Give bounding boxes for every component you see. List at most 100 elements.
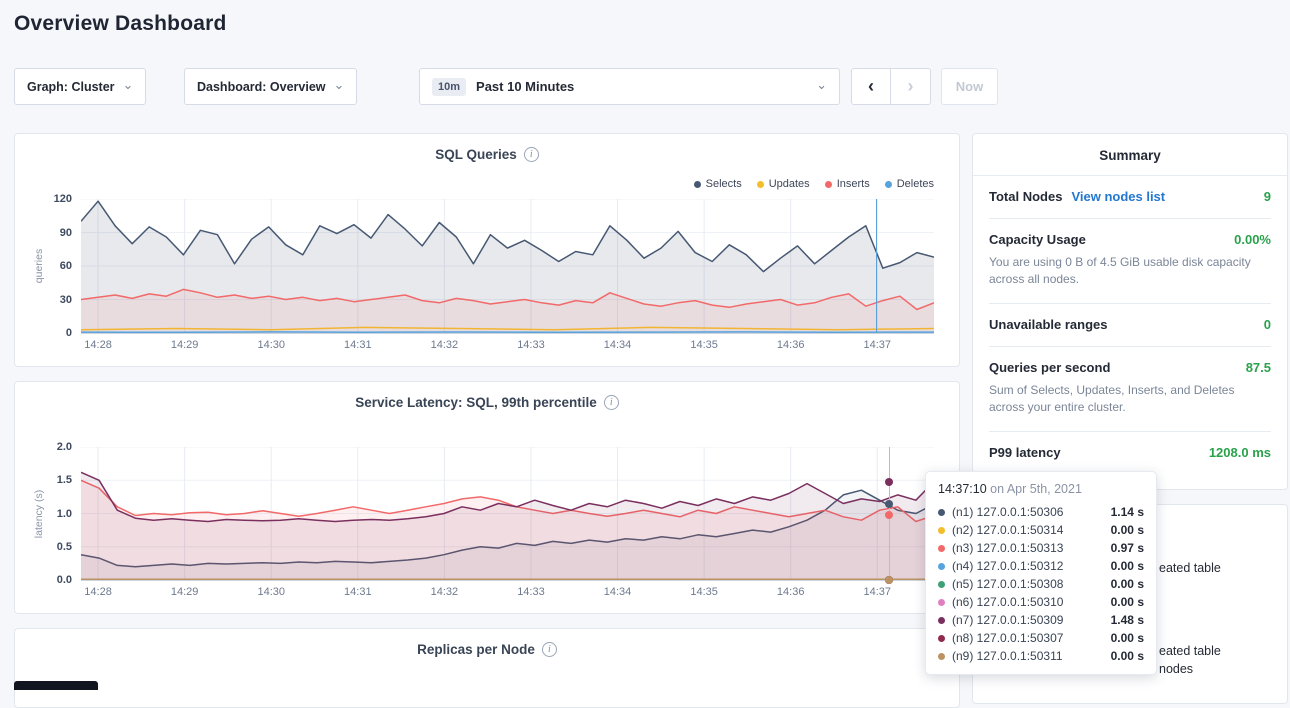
y-tick-label: 60: [60, 260, 72, 272]
sql-queries-chart-card: SQL Queries i Selects Updates Inserts Delet…: [14, 133, 960, 367]
legend-item[interactable]: Inserts: [825, 178, 870, 190]
y-tick-label: 0: [66, 327, 72, 339]
x-tick-label: 14:35: [690, 586, 718, 598]
tooltip-row: (n6) 127.0.0.1:503100.00 s: [938, 593, 1144, 611]
tooltip-node-label: (n2) 127.0.0.1:50314: [952, 523, 1063, 537]
time-nav-group: ‹ ›: [851, 68, 931, 105]
dashboard-dropdown[interactable]: Dashboard: Overview ⌄: [184, 68, 357, 105]
summary-row: Queries per second87.5Sum of Selects, Up…: [989, 347, 1271, 432]
summary-row: Unavailable ranges 0: [989, 304, 1271, 347]
view-nodes-link[interactable]: View nodes list: [1071, 189, 1165, 204]
x-tick-label: 14:33: [517, 339, 545, 351]
series-color-dot: [938, 617, 945, 624]
legend-item[interactable]: Updates: [757, 178, 810, 190]
tooltip-node-value: 0.00 s: [1111, 595, 1144, 609]
x-tick-label: 14:29: [171, 339, 199, 351]
event-text-fragment: eated table: [1159, 561, 1221, 575]
summary-value: 0: [1264, 317, 1271, 332]
series-color-dot: [938, 599, 945, 606]
chevron-down-icon: ⌄: [816, 78, 827, 91]
x-tick-label: 14:33: [517, 586, 545, 598]
graph-dropdown-label: Graph: Cluster: [27, 80, 115, 94]
summary-title: Summary: [973, 134, 1287, 176]
chart-title: SQL Queries: [435, 147, 517, 162]
summary-label: Queries per second: [989, 360, 1110, 375]
tooltip-node-label: (n4) 127.0.0.1:50312: [952, 559, 1063, 573]
summary-row-line: Total NodesView nodes list9: [989, 189, 1271, 204]
tooltip-node-value: 0.00 s: [1111, 559, 1144, 573]
tooltip-node-label: (n9) 127.0.0.1:50311: [952, 649, 1063, 663]
chart-canvas: [81, 199, 934, 333]
x-tick-label: 14:29: [171, 586, 199, 598]
sql-latency-plot[interactable]: 0.00.51.01.52.014:2814:2914:3014:3114:32…: [81, 447, 934, 581]
series-color-dot: [757, 181, 764, 188]
series-color-dot: [938, 581, 945, 588]
series-color-dot: [938, 563, 945, 570]
series-color-dot: [938, 509, 945, 516]
series-color-dot: [825, 181, 832, 188]
summary-row: P99 latency1208.0 ms: [989, 432, 1271, 474]
series-color-dot: [938, 545, 945, 552]
legend-item[interactable]: Deletes: [885, 178, 934, 190]
series-color-dot: [938, 635, 945, 642]
y-tick-label: 0.0: [57, 574, 72, 586]
series-color-dot: [694, 181, 701, 188]
x-tick-label: 14:34: [604, 339, 632, 351]
y-tick-label: 1.5: [57, 474, 72, 486]
summary-value: 9: [1264, 189, 1271, 204]
tooltip-row: (n8) 127.0.0.1:503070.00 s: [938, 629, 1144, 647]
time-next-button[interactable]: ›: [891, 68, 931, 105]
now-button[interactable]: Now: [941, 68, 998, 105]
chevron-down-icon: ⌄: [334, 78, 345, 91]
graph-dropdown[interactable]: Graph: Cluster ⌄: [14, 68, 146, 105]
summary-panel: Summary Total NodesView nodes list9Capac…: [972, 133, 1288, 490]
tooltip-node-value: 0.00 s: [1111, 523, 1144, 537]
chart-canvas: [81, 447, 934, 580]
chart-title: Service Latency: SQL, 99th percentile: [355, 395, 597, 410]
time-range-label: Past 10 Minutes: [476, 79, 806, 94]
legend-item[interactable]: Selects: [694, 178, 742, 190]
y-tick-label: 2.0: [57, 441, 72, 453]
tooltip-node-value: 0.00 s: [1111, 649, 1144, 663]
legend-label: Inserts: [837, 178, 870, 190]
legend-label: Deletes: [897, 178, 934, 190]
tooltip-date: on Apr 5th, 2021: [990, 482, 1082, 496]
tooltip-node-label: (n7) 127.0.0.1:50309: [952, 613, 1063, 627]
replicas-chart-card: Replicas per Node i: [14, 628, 960, 708]
sql-queries-plot[interactable]: 030609012014:2814:2914:3014:3114:3214:33…: [81, 199, 934, 334]
series-area: [81, 472, 934, 580]
x-tick-label: 14:30: [257, 339, 285, 351]
tooltip-header: 14:37:10 on Apr 5th, 2021: [938, 482, 1144, 496]
summary-row-line: P99 latency1208.0 ms: [989, 445, 1271, 460]
time-prev-button[interactable]: ‹: [851, 68, 891, 105]
tooltip-row: (n2) 127.0.0.1:50314 0.00 s: [938, 521, 1144, 539]
x-tick-label: 14:28: [84, 586, 112, 598]
summary-row-line: Queries per second87.5: [989, 360, 1271, 375]
summary-row-line: Capacity Usage0.00%: [989, 232, 1271, 247]
x-tick-label: 14:35: [690, 339, 718, 351]
y-tick-label: 0.5: [57, 541, 72, 553]
info-icon[interactable]: i: [542, 642, 557, 657]
summary-row-line: Unavailable ranges 0: [989, 317, 1271, 332]
time-range-dropdown[interactable]: 10m Past 10 Minutes ⌄: [419, 68, 840, 105]
chart-title: Replicas per Node: [417, 642, 535, 657]
summary-label: Unavailable ranges: [989, 317, 1108, 332]
x-tick-label: 14:31: [344, 586, 372, 598]
x-tick-label: 14:37: [864, 586, 892, 598]
summary-row: Capacity Usage0.00%You are using 0 B of …: [989, 219, 1271, 304]
info-icon[interactable]: i: [604, 395, 619, 410]
summary-label: Capacity Usage: [989, 232, 1086, 247]
tooltip-row: (n9) 127.0.0.1:50311 0.00 s: [938, 647, 1144, 665]
tooltip-row: (n5) 127.0.0.1:503080.00 s: [938, 575, 1144, 593]
tooltip-node-value: 0.00 s: [1111, 577, 1144, 591]
summary-value: 1208.0 ms: [1209, 445, 1271, 460]
latency-hover-tooltip: 14:37:10 on Apr 5th, 2021 (n1) 127.0.0.1…: [925, 471, 1157, 675]
tooltip-node-value: 0.97 s: [1111, 541, 1144, 555]
summary-row: Total NodesView nodes list9: [989, 176, 1271, 219]
legend-label: Selects: [706, 178, 742, 190]
tooltip-node-value: 0.00 s: [1111, 631, 1144, 645]
tooltip-node-label: (n1) 127.0.0.1:50306: [952, 505, 1063, 519]
x-tick-label: 14:34: [604, 586, 632, 598]
chart-legend: Selects Updates Inserts Deletes: [694, 178, 934, 190]
info-icon[interactable]: i: [524, 147, 539, 162]
